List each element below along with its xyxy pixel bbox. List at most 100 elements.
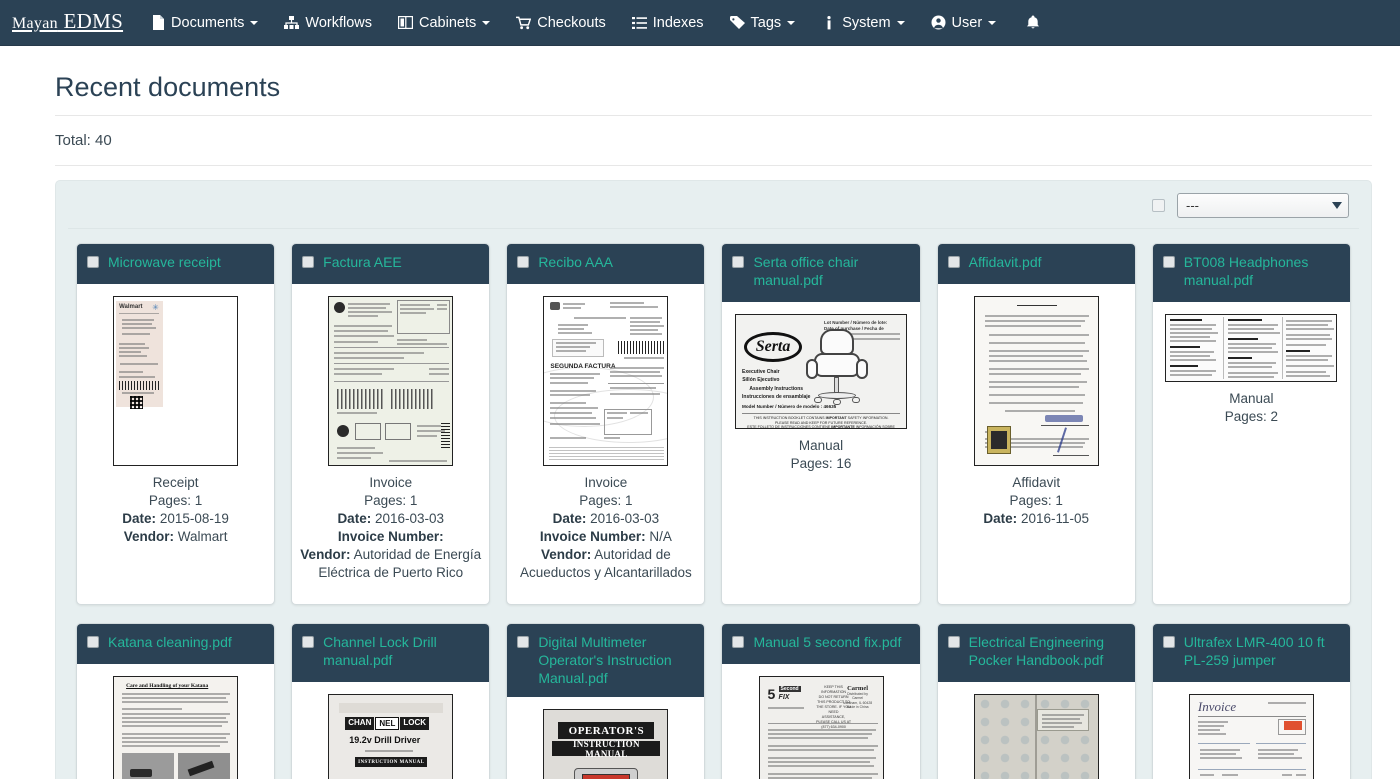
document-card-header: Affidavit.pdf	[938, 244, 1135, 284]
document-metadata: Invoice Pages: 1 Date: 2016-03-03 Invoic…	[300, 474, 481, 582]
document-select-checkbox[interactable]	[1163, 256, 1175, 268]
document-select-checkbox[interactable]	[87, 256, 99, 268]
document-thumbnail[interactable]: Care and Handling of your Katana	[113, 676, 238, 779]
brand-main: EDMS	[64, 9, 124, 33]
document-card-body: ELECTRICALENGINEERINGPOCKETHANDBOOK Publ…	[938, 682, 1135, 779]
cabinet-icon	[398, 15, 413, 30]
document-card-body: OPERATOR'S INSTRUCTION MANUAL 1888	[507, 697, 704, 779]
document-thumbnail[interactable]	[1165, 314, 1337, 382]
document-pages: Pages: 1	[85, 492, 266, 510]
bulk-action-select[interactable]: ---	[1177, 193, 1349, 218]
document-title-link[interactable]: Manual 5 second fix.pdf	[753, 633, 901, 651]
nav-item-notifications[interactable]	[1009, 0, 1062, 46]
document-title-link[interactable]: Factura AEE	[323, 253, 402, 271]
document-card-body: 5 Second FIX KEEP THIS INFORMATION DO NO…	[722, 664, 919, 779]
document-card-body: Serta Lot Number / Número de lote: Date …	[722, 302, 919, 604]
nav-label-documents: Documents	[171, 15, 244, 31]
document-card[interactable]: BT008 Headphones manual.pdf	[1152, 243, 1351, 605]
document-title-link[interactable]: Channel Lock Drill manual.pdf	[323, 633, 479, 669]
brand-logo[interactable]: Mayan EDMS	[0, 0, 137, 47]
document-card[interactable]: Manual 5 second fix.pdf 5 Second FIX	[721, 623, 920, 779]
document-title-link[interactable]: Microwave receipt	[108, 253, 221, 271]
document-field: Date: 2015-08-19	[85, 510, 266, 528]
chevron-down-icon	[988, 21, 996, 25]
document-card[interactable]: Electrical Engineering Pocker Handbook.p…	[937, 623, 1136, 779]
nav-item-cabinets[interactable]: Cabinets	[385, 0, 503, 46]
document-thumbnail[interactable]	[974, 296, 1099, 466]
document-card[interactable]: Factura AEE	[291, 243, 490, 605]
bell-icon	[1025, 15, 1040, 30]
list-icon	[632, 15, 647, 30]
document-card-wrapper: Digital Multimeter Operator's Instructio…	[498, 623, 713, 779]
page-title: Recent documents	[55, 72, 1372, 116]
document-thumbnail[interactable]: CHAN NEL LOCK 19.2v Drill Driver INSTRUC…	[328, 694, 453, 779]
document-card[interactable]: Ultrafex LMR-400 10 ft PL-259 jumper Inv…	[1152, 623, 1351, 779]
document-type: Affidavit	[946, 474, 1127, 492]
select-all-checkbox[interactable]	[1152, 199, 1165, 212]
nav-item-system[interactable]: System	[808, 0, 917, 46]
document-metadata: Manual Pages: 16	[730, 437, 911, 473]
workflow-icon	[284, 15, 299, 30]
document-title-link[interactable]: Electrical Engineering Pocker Handbook.p…	[969, 633, 1125, 669]
document-card-header: Ultrafex LMR-400 10 ft PL-259 jumper	[1153, 624, 1350, 682]
document-thumbnail[interactable]: Serta Lot Number / Número de lote: Date …	[735, 314, 907, 429]
cart-icon	[516, 15, 531, 30]
document-card[interactable]: Channel Lock Drill manual.pdf CHAN NEL L…	[291, 623, 490, 779]
document-title-link[interactable]: Serta office chair manual.pdf	[753, 253, 909, 289]
document-select-checkbox[interactable]	[732, 636, 744, 648]
nav-item-checkouts[interactable]: Checkouts	[503, 0, 619, 46]
document-type: Invoice	[515, 474, 696, 492]
document-select-checkbox[interactable]	[87, 636, 99, 648]
document-card[interactable]: Digital Multimeter Operator's Instructio…	[506, 623, 705, 779]
document-thumbnail[interactable]: 5 Second FIX KEEP THIS INFORMATION DO NO…	[759, 676, 884, 779]
document-thumbnail[interactable]: Walmart ✳	[113, 296, 238, 466]
document-card-header: Microwave receipt	[77, 244, 274, 284]
document-card[interactable]: Microwave receipt Walmart ✳	[76, 243, 275, 605]
document-select-checkbox[interactable]	[1163, 636, 1175, 648]
document-thumbnail[interactable]: SEGUNDA FACTURA	[543, 296, 668, 466]
document-title-link[interactable]: Recibo AAA	[538, 253, 613, 271]
document-field: Invoice Number:	[300, 528, 481, 546]
document-card-header: Channel Lock Drill manual.pdf	[292, 624, 489, 682]
document-thumbnail[interactable]: Invoice	[1189, 694, 1314, 779]
document-field: Invoice Number: N/A	[515, 528, 696, 546]
document-thumbnail[interactable]: ELECTRICALENGINEERINGPOCKETHANDBOOK Publ…	[974, 694, 1099, 779]
document-title-link[interactable]: Ultrafex LMR-400 10 ft PL-259 jumper	[1184, 633, 1340, 669]
document-select-checkbox[interactable]	[948, 256, 960, 268]
document-title-link[interactable]: Affidavit.pdf	[969, 253, 1042, 271]
document-title-link[interactable]: Digital Multimeter Operator's Instructio…	[538, 633, 694, 687]
document-card[interactable]: Recibo AAA	[506, 243, 705, 605]
document-field: Date: 2016-03-03	[515, 510, 696, 528]
documents-panel: --- Microwave receipt Walmart	[55, 180, 1372, 779]
nav-item-workflows[interactable]: Workflows	[271, 0, 385, 46]
document-card[interactable]: Affidavit.pdf	[937, 243, 1136, 605]
document-card-body: CHAN NEL LOCK 19.2v Drill Driver INSTRUC…	[292, 682, 489, 779]
document-pages: Pages: 1	[946, 492, 1127, 510]
document-card[interactable]: Serta office chair manual.pdf Serta Lot …	[721, 243, 920, 605]
document-pages: Pages: 2	[1161, 408, 1342, 426]
tag-icon	[730, 15, 745, 30]
document-thumbnail[interactable]: OPERATOR'S INSTRUCTION MANUAL 1888	[543, 709, 668, 779]
document-select-checkbox[interactable]	[302, 636, 314, 648]
document-title-link[interactable]: Katana cleaning.pdf	[108, 633, 232, 651]
document-select-checkbox[interactable]	[517, 636, 529, 648]
nav-item-tags[interactable]: Tags	[717, 0, 809, 46]
document-select-checkbox[interactable]	[732, 256, 744, 268]
document-select-checkbox[interactable]	[517, 256, 529, 268]
document-field: Vendor: Autoridad de Acueductos y Alcant…	[515, 546, 696, 582]
document-select-checkbox[interactable]	[948, 636, 960, 648]
document-card-wrapper: Ultrafex LMR-400 10 ft PL-259 jumper Inv…	[1144, 623, 1359, 779]
document-card[interactable]: Katana cleaning.pdf Care and Handling of…	[76, 623, 275, 779]
nav-item-user[interactable]: User	[918, 0, 1010, 46]
document-card-wrapper: Factura AEE	[283, 243, 498, 623]
document-metadata: Manual Pages: 2	[1161, 390, 1342, 426]
nav-label-user: User	[952, 15, 983, 31]
document-card-wrapper: Katana cleaning.pdf Care and Handling of…	[68, 623, 283, 779]
nav-item-indexes[interactable]: Indexes	[619, 0, 717, 46]
document-select-checkbox[interactable]	[302, 256, 314, 268]
document-card-wrapper: Affidavit.pdf	[929, 243, 1144, 623]
document-thumbnail[interactable]	[328, 296, 453, 466]
nav-item-documents[interactable]: Documents	[137, 0, 271, 46]
document-card-header: Factura AEE	[292, 244, 489, 284]
document-title-link[interactable]: BT008 Headphones manual.pdf	[1184, 253, 1340, 289]
